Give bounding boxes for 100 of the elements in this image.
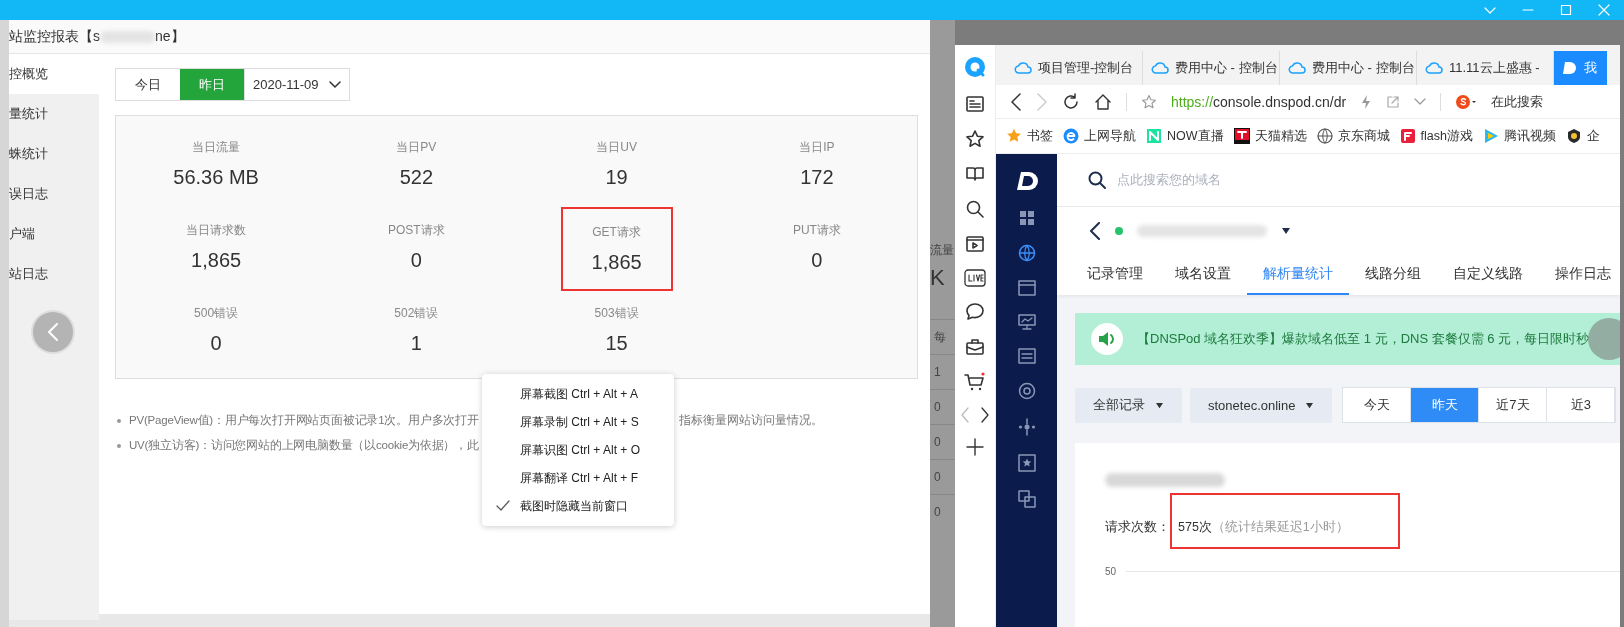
stat-label: 当日请求数 [186,222,247,239]
bookmark-item[interactable]: 天猫精选 [1233,127,1307,145]
sidebar-item[interactable]: 蛛统计 [9,134,99,174]
cloud-icon [1425,61,1443,75]
stat-value: K [930,265,946,291]
chevron-down-icon [328,80,341,89]
browser-logo-icon [963,55,987,79]
back-icon[interactable] [1010,92,1022,111]
video-icon[interactable] [965,234,985,254]
nav-tab[interactable]: 域名设置 [1159,255,1247,295]
request-label: 请求次数： [1105,519,1170,536]
star-icon [1006,128,1022,144]
filter-select[interactable]: 全部记录 [1075,387,1182,423]
note-text: PV(PageView值)：用户每次打开网站页面被记录1次。用户多次打开 [129,413,480,428]
copy-icon[interactable] [1017,490,1036,508]
bookmark-item[interactable]: 上网导航 [1063,127,1136,145]
search-icon [1087,170,1107,190]
menu-item[interactable]: 屏幕识图 Ctrl + Alt + O [482,436,674,464]
date-select[interactable]: 2020-11-09 [244,69,349,100]
sidebar-item[interactable]: 站日志 [9,254,99,294]
bullet-icon [117,418,121,423]
star-icon[interactable] [1141,93,1157,110]
stat-label: 503错误 [594,305,639,323]
caret-icon [1155,401,1164,409]
stat-value: 0 [410,249,422,272]
range-tab[interactable]: 近7天 [1479,388,1548,422]
tmall-logo-icon [1233,128,1250,144]
star-icon[interactable] [965,129,985,149]
window-icon[interactable] [1017,280,1036,296]
request-count: 575次 [1178,519,1212,536]
sidebar-item[interactable]: 量统计 [9,94,99,134]
sidebar-item[interactable]: 控概览 [9,54,99,94]
globe-icon[interactable] [1017,244,1036,262]
d-logo-icon [1562,60,1578,76]
nav-tab[interactable]: 操作日志 [1539,255,1620,295]
sidebar-item[interactable]: 误日志 [9,174,99,214]
live-icon[interactable] [964,269,986,287]
reload-icon[interactable] [1062,92,1080,111]
caret-icon [1305,401,1315,409]
stat-label: PUT请求 [792,222,841,239]
banner-text: 【DNSPod 域名狂欢季】爆款域名低至 1 元，DNS 套餐仅需 6 元，每日限时秒 [1137,330,1590,348]
menu-item[interactable]: 屏幕翻译 Ctrl + Alt + F [482,464,674,492]
search-engine-icon[interactable] [1455,93,1478,110]
speaker-icon [1098,331,1116,347]
home-icon[interactable] [1094,92,1112,111]
nav-tab[interactable]: 记录管理 [1087,255,1159,295]
stat-label: 502错误 [394,305,439,323]
chevron-down-icon[interactable] [1414,97,1427,106]
d-logo-icon [1014,170,1039,192]
lightning-icon[interactable] [1360,93,1373,110]
stat-value: 0 [210,332,222,356]
bookmark-item[interactable]: 书签 [1006,127,1053,145]
nav-tab[interactable]: 线路分组 [1349,255,1437,295]
play-logo-icon [1482,128,1499,144]
stat-label: 当日IP [799,138,835,156]
stat-value: 15 [605,332,628,356]
menu-item[interactable]: 屏幕录制 Ctrl + Alt + S [482,408,674,436]
range-tab[interactable]: 近3 [1547,388,1616,422]
bookmark-item[interactable]: 腾讯视频 [1482,127,1556,145]
bookmark-item[interactable]: 京东商城 [1316,127,1390,145]
stat-label: 当日PV [396,138,437,156]
stat-value: 56.36 MB [173,165,259,189]
badge-logo-icon [1565,128,1582,144]
nav-tab[interactable]: 自定义线路 [1437,255,1539,295]
bookmark-item[interactable]: 企 [1565,127,1600,145]
browser-tab[interactable]: 费用中心 - 控制台 [1143,51,1280,85]
nodes-icon[interactable] [1017,418,1036,436]
target-icon[interactable] [1017,382,1036,400]
chevron-left-icon [46,322,60,342]
stat-label: 当日UV [596,138,637,156]
browser-tab[interactable]: 项目管理-控制台 [1006,51,1143,85]
chat-icon[interactable] [965,302,985,322]
cloud-icon [1014,61,1032,75]
chevron-right-icon[interactable] [980,407,990,423]
bookmark-item[interactable]: flash游戏 [1399,127,1473,145]
search-field[interactable]: 在此搜索 [1491,92,1544,111]
sidebar-item[interactable]: 户端 [9,214,99,254]
stat-value: 522 [399,165,434,189]
list-icon[interactable] [1017,348,1036,364]
filter-select[interactable]: stonetec.online [1190,387,1333,423]
bookmark-item[interactable]: NOW直播 [1146,127,1224,145]
browser-tab[interactable]: 费用中心 - 控制台 [1280,51,1417,85]
plus-icon[interactable] [966,438,984,456]
briefcase-icon[interactable] [965,337,985,357]
star-box-icon[interactable] [1017,454,1036,472]
menu-item[interactable]: 截图时隐藏当前窗口 [482,492,674,520]
nav-tab[interactable]: 解析量统计 [1247,255,1349,295]
news-icon[interactable] [965,94,985,114]
search-icon[interactable] [965,199,985,219]
address-field[interactable]: https://console.dnspod.cn/dr [1171,93,1347,110]
stat-value: 172 [800,165,834,189]
bullet-icon [117,443,121,448]
menu-item[interactable]: 屏幕截图 Ctrl + Alt + A [482,380,674,408]
caret-icon[interactable] [1281,227,1291,235]
grid-icon[interactable] [1018,210,1035,226]
cart-icon[interactable] [964,372,986,392]
back-icon[interactable] [1089,222,1101,240]
axis-label: 50 [1105,566,1117,577]
monitor-icon[interactable] [1017,314,1036,330]
book-icon[interactable] [965,164,985,184]
